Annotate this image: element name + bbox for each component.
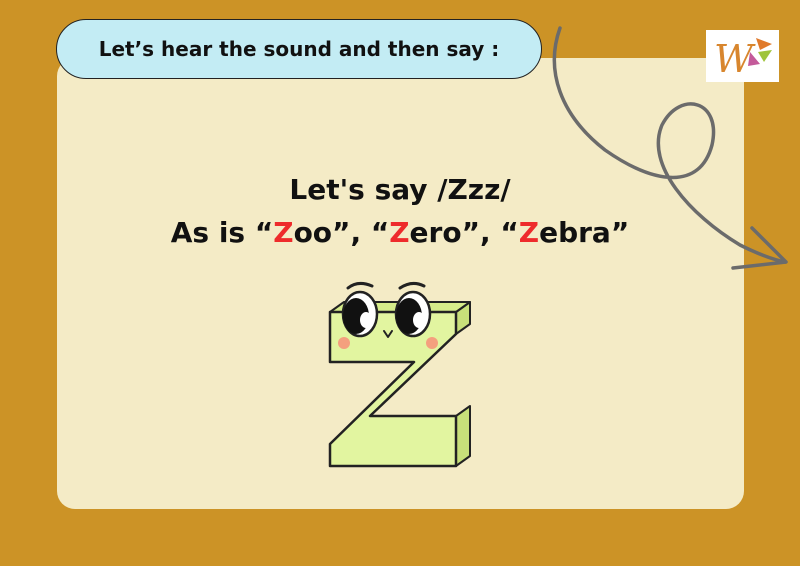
example-highlight-letter: Z (389, 216, 410, 249)
example-line: As is “Zoo”, “Zero”, “Zebra” (0, 211, 800, 254)
right-cheek (426, 337, 438, 349)
logo-letter: W (714, 37, 756, 81)
example-word-open: As is “ (170, 216, 274, 249)
example-word-rest: oo”, (293, 216, 371, 249)
left-eye (341, 290, 379, 338)
left-eyebrow (346, 281, 374, 290)
example-highlight-letter: Z (518, 216, 540, 249)
logo-green-triangle (758, 50, 772, 62)
right-eyebrow (398, 281, 426, 290)
instruction-banner: Let’s hear the sound and then say : (56, 19, 542, 79)
example-word-rest: ero”, (409, 216, 501, 249)
prompt-text: Let's say /Zzz/ As is “Zoo”, “Zero”, “Ze… (0, 168, 800, 254)
example-highlight-letter: Z (273, 216, 294, 249)
example-word-open: “ (500, 216, 519, 249)
right-eye (394, 290, 432, 338)
prompt-line-1: Let's say /Zzz/ (289, 173, 511, 206)
example-word-rest: ebra” (539, 216, 630, 249)
example-word-open: “ (370, 216, 390, 249)
left-cheek (338, 337, 350, 349)
logo-orange-triangle (756, 38, 772, 50)
letter-z-character (328, 281, 471, 468)
brand-logo: W (706, 30, 779, 82)
instruction-text: Let’s hear the sound and then say : (98, 37, 500, 61)
